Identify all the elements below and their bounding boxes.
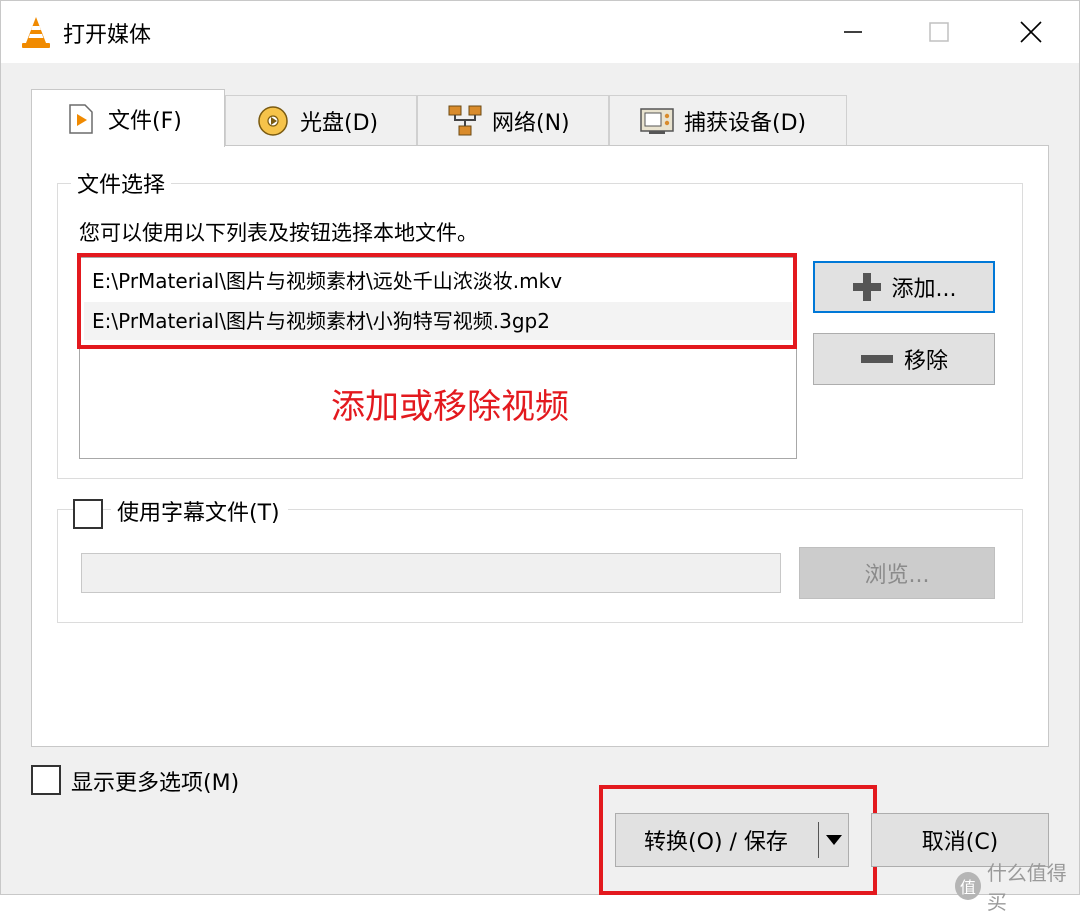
remove-file-label: 移除 <box>903 349 948 374</box>
annotation-highlight-box <box>599 785 877 895</box>
open-media-dialog: 打开媒体 文件(F) 光盘(D) 网络(N) 捕获设备(D) 文件选择 您可以使… <box>0 0 1080 914</box>
remove-file-button[interactable]: 移除 <box>813 333 995 385</box>
minus-icon <box>860 353 894 365</box>
file-selection-hint: 您可以使用以下列表及按钮选择本地文件。 <box>79 221 478 245</box>
vlc-cone-icon <box>21 15 51 49</box>
capture-device-icon <box>640 106 674 136</box>
tab-disc-label: 光盘(D) <box>300 110 379 136</box>
minimize-button[interactable] <box>833 15 873 49</box>
watermark-text: 什么值得买 <box>986 861 1067 914</box>
network-icon <box>448 105 482 136</box>
disc-icon <box>256 105 290 136</box>
tab-file[interactable]: 文件(F) <box>31 89 225 147</box>
maximize-button[interactable] <box>919 15 959 49</box>
browse-button[interactable]: 浏览... <box>799 547 995 599</box>
subtitle-path-input[interactable] <box>81 553 781 593</box>
minimize-icon <box>844 31 862 33</box>
add-file-label: 添加... <box>891 277 957 302</box>
tab-capture-device[interactable]: 捕获设备(D) <box>609 95 847 145</box>
add-file-button[interactable]: 添加... <box>813 261 995 313</box>
tab-network-label: 网络(N) <box>492 110 570 136</box>
annotation-text: 添加或移除视频 <box>331 387 569 427</box>
close-button[interactable] <box>1011 15 1051 49</box>
annotation-highlight-box <box>77 253 797 349</box>
file-selection-title: 文件选择 <box>71 167 172 199</box>
tab-file-label: 文件(F) <box>108 108 182 134</box>
tab-disc[interactable]: 光盘(D) <box>225 95 417 145</box>
subtitle-checkbox[interactable] <box>73 499 103 529</box>
maximize-icon <box>929 22 949 42</box>
watermark: 值 什么值得买 <box>955 857 1079 915</box>
plus-icon <box>852 272 882 302</box>
window-title: 打开媒体 <box>63 23 152 48</box>
close-icon <box>1020 21 1042 43</box>
watermark-logo-icon: 值 <box>955 872 981 900</box>
title-bar: 打开媒体 <box>1 1 1079 63</box>
file-play-icon <box>64 103 98 134</box>
subtitle-checkbox-label: 使用字幕文件(T) <box>111 495 288 527</box>
tab-network[interactable]: 网络(N) <box>417 95 609 145</box>
more-options-checkbox[interactable] <box>31 765 61 795</box>
more-options-label: 显示更多选项(M) <box>71 771 240 796</box>
tab-capture-device-label: 捕获设备(D) <box>684 110 807 136</box>
